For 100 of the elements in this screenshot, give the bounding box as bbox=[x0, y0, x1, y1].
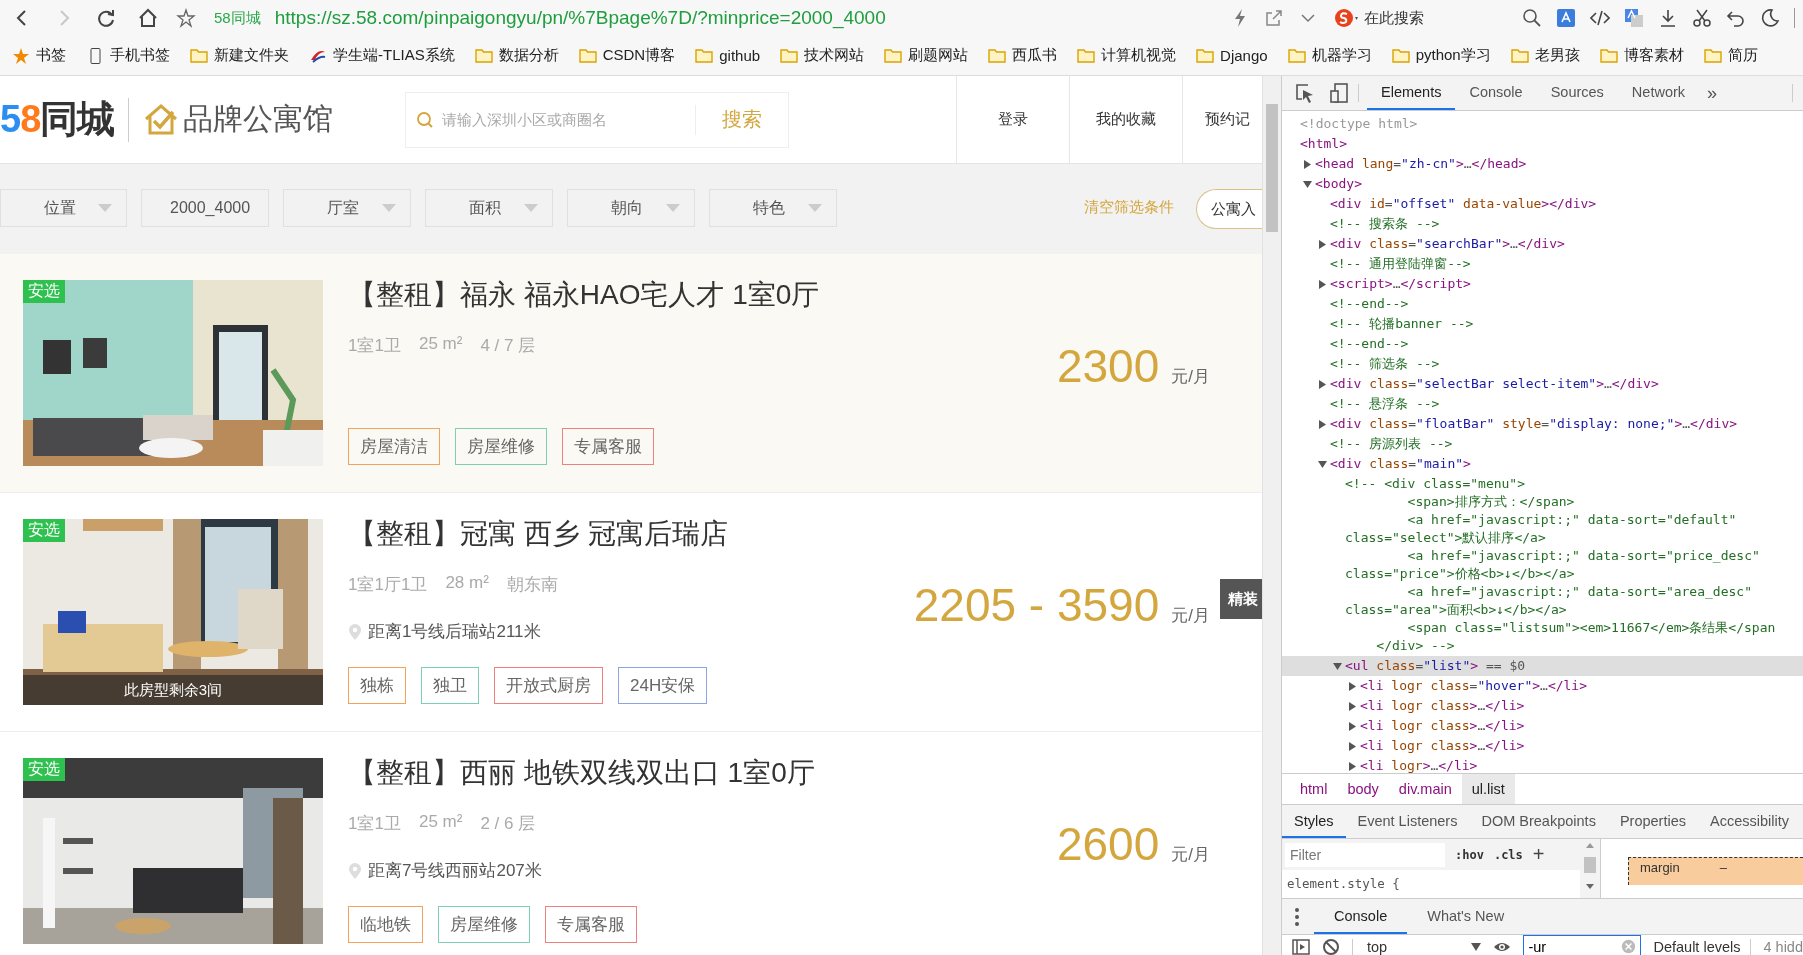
devtools-tab[interactable]: Console bbox=[1455, 76, 1537, 110]
devtools-tab[interactable]: Network bbox=[1617, 76, 1700, 110]
bookmark-item[interactable]: 数据分析 bbox=[474, 46, 559, 65]
bookmark-item[interactable]: python学习 bbox=[1391, 46, 1491, 65]
collapse-arrow-icon[interactable] bbox=[1348, 762, 1357, 771]
side-tab[interactable]: 精装 bbox=[1220, 579, 1262, 619]
filter-dropdown[interactable]: 特色 bbox=[709, 189, 837, 227]
listing-card[interactable]: 安选 【整租】西丽 地铁双线双出口 1室0厅 1室1卫 25 m² 2 / 6 层 距离7号线西丽站207米 临地铁 房屋维修 专属客服 2600 元/月 bbox=[0, 732, 1262, 955]
translate-icon[interactable] bbox=[1556, 8, 1576, 28]
filter-dropdown[interactable]: 厅室 bbox=[283, 189, 411, 227]
filter-field[interactable]: Filter bbox=[1285, 842, 1445, 867]
drawer-tab[interactable]: What's New bbox=[1407, 899, 1525, 934]
dom-tree-row[interactable]: <head lang="zh-cn">…</head> bbox=[1303, 154, 1803, 174]
expand-arrow-icon[interactable] bbox=[1303, 180, 1312, 189]
scissors-icon[interactable] bbox=[1692, 8, 1712, 28]
bookmark-item[interactable]: 博客素材 bbox=[1599, 46, 1684, 65]
clear-console-icon[interactable] bbox=[1322, 937, 1340, 955]
share-icon[interactable] bbox=[1264, 8, 1284, 28]
styles-tab[interactable]: DOM Breakpoints bbox=[1469, 805, 1608, 838]
dom-tree-row[interactable]: <body> bbox=[1303, 174, 1803, 194]
collapse-arrow-icon[interactable] bbox=[1348, 722, 1357, 731]
listing-card[interactable]: 安选 【整租】福永 福永HAO宅人才 1室0厅 1室1卫 25 m² 4 / 7 层 房屋清洁 房屋维修 专属客服 2300 元/月 bbox=[0, 254, 1262, 493]
dom-tree-row[interactable]: <!--end--> bbox=[1318, 294, 1803, 314]
new-rule-button[interactable]: + bbox=[1532, 843, 1545, 866]
join-button[interactable]: 公寓入 bbox=[1196, 189, 1262, 229]
dom-tree-row[interactable]: <!-- 搜索条 --> bbox=[1318, 214, 1803, 234]
bookmark-item[interactable]: Django bbox=[1196, 47, 1268, 64]
bookmark-item[interactable]: 技术网站 bbox=[780, 46, 865, 65]
dom-tree-row[interactable]: <!-- 筛选条 --> bbox=[1318, 354, 1803, 374]
dom-tree-row[interactable]: <!-- 悬浮条 --> bbox=[1318, 394, 1803, 414]
translate-icon[interactable] bbox=[1624, 8, 1644, 28]
bookmark-item[interactable]: 手机书签 bbox=[86, 46, 170, 65]
dom-tree-row[interactable]: <div class="main"> bbox=[1318, 454, 1803, 474]
bookmark-item[interactable]: 简历 bbox=[1703, 46, 1758, 65]
dom-tree-row[interactable]: <li logr>…</li> bbox=[1348, 756, 1803, 773]
dom-tree-row[interactable]: <li logr class="hover">…</li> bbox=[1348, 676, 1803, 696]
styles-tab[interactable]: Properties bbox=[1607, 805, 1698, 838]
bookmark-item[interactable]: 书签 bbox=[12, 46, 66, 65]
dom-tree-row[interactable]: <li logr class>…</li> bbox=[1348, 736, 1803, 756]
collapse-arrow-icon[interactable] bbox=[1318, 380, 1327, 389]
collapse-arrow-icon[interactable] bbox=[1303, 160, 1312, 169]
dom-tree-row[interactable]: <div class="searchBar">…</div> bbox=[1318, 234, 1803, 254]
expand-arrow-icon[interactable] bbox=[1318, 460, 1327, 469]
bookmark-item[interactable]: 老男孩 bbox=[1510, 46, 1580, 65]
breadcrumb-item[interactable]: html bbox=[1290, 774, 1338, 804]
listing-title[interactable]: 【整租】西丽 地铁双线双出口 1室0厅 bbox=[348, 754, 868, 792]
filter-dropdown[interactable]: 面积 bbox=[425, 189, 553, 227]
brand-logo[interactable]: 品牌公寓馆 bbox=[143, 99, 334, 140]
devtools-tab[interactable]: Elements bbox=[1367, 76, 1456, 110]
bookmark-item[interactable]: 新建文件夹 bbox=[190, 46, 289, 65]
collapse-arrow-icon[interactable] bbox=[1318, 240, 1327, 249]
site-logo[interactable]: 58同城 bbox=[0, 94, 115, 145]
dom-tree-row[interactable]: <li logr class>…</li> bbox=[1348, 716, 1803, 736]
breadcrumb-item[interactable]: body bbox=[1337, 774, 1389, 804]
dom-tree-row[interactable]: <!-- 通用登陆弹窗--> bbox=[1318, 254, 1803, 274]
cls-button[interactable]: .cls bbox=[1493, 847, 1523, 862]
filter-dropdown[interactable]: 位置 bbox=[0, 189, 127, 227]
expand-arrow-icon[interactable] bbox=[1333, 662, 1342, 671]
listing-title[interactable]: 【整租】福永 福永HAO宅人才 1室0厅 bbox=[348, 276, 868, 314]
scrollbar[interactable] bbox=[1262, 76, 1281, 955]
listing-title[interactable]: 【整租】冠寓 西乡 冠寓后瑞店 bbox=[348, 515, 868, 553]
collapse-arrow-icon[interactable] bbox=[1348, 682, 1357, 691]
collapse-arrow-icon[interactable] bbox=[1318, 420, 1327, 429]
console-filter-field[interactable]: -ur bbox=[1523, 935, 1642, 955]
dom-tree-row[interactable]: <html> bbox=[1288, 134, 1803, 154]
more-tabs-button[interactable]: » bbox=[1699, 76, 1726, 110]
download-icon[interactable] bbox=[1658, 8, 1678, 28]
menu-icon[interactable] bbox=[1294, 906, 1300, 927]
dom-tree-row[interactable]: <!--end--> bbox=[1318, 334, 1803, 354]
context-select[interactable]: top bbox=[1352, 938, 1482, 955]
device-toolbar-icon[interactable] bbox=[1328, 82, 1350, 104]
bookmark-item[interactable]: CSDN博客 bbox=[578, 46, 676, 65]
filter-dropdown[interactable]: 2000_4000 bbox=[141, 189, 269, 227]
dom-tree-row[interactable]: <div class="selectBar select-item">…</div> bbox=[1318, 374, 1803, 394]
styles-tab[interactable]: Accessibility bbox=[1698, 805, 1801, 838]
log-levels-select[interactable]: Default levels bbox=[1653, 938, 1752, 955]
dom-tree-row[interactable]: <div id="offset" data-value></div> bbox=[1318, 194, 1803, 214]
bookmark-item[interactable]: 机器学习 bbox=[1287, 46, 1372, 65]
filter-dropdown[interactable]: 朝向 bbox=[567, 189, 695, 227]
bookmark-item[interactable]: 西瓜书 bbox=[988, 46, 1058, 65]
bookmark-item[interactable]: 刷题网站 bbox=[884, 46, 969, 65]
bookmark-item[interactable]: github bbox=[695, 47, 761, 64]
bookmark-item[interactable]: 学生端-TLIAS系统 bbox=[309, 46, 455, 65]
dom-tree-row[interactable]: <!-- 轮播banner --> bbox=[1318, 314, 1803, 334]
code-icon[interactable] bbox=[1590, 8, 1610, 28]
hov-button[interactable]: :hov bbox=[1455, 847, 1484, 862]
dom-tree-row[interactable]: <!-- 房源列表 --> bbox=[1318, 434, 1803, 454]
breadcrumb-item[interactable]: ul.list bbox=[1461, 774, 1515, 804]
moon-icon[interactable] bbox=[1760, 8, 1780, 28]
sidebar-icon[interactable] bbox=[1292, 937, 1310, 955]
devtools-tab[interactable]: Sources bbox=[1536, 76, 1618, 110]
dom-tree-row[interactable]: <div class="floatBar" style="display: none;">…</div> bbox=[1318, 414, 1803, 434]
star-icon[interactable] bbox=[176, 8, 196, 28]
breadcrumb-item[interactable]: div.main bbox=[1388, 774, 1462, 804]
collapse-arrow-icon[interactable] bbox=[1348, 742, 1357, 751]
bookmark-item[interactable]: 计算机视觉 bbox=[1077, 46, 1177, 65]
collapse-arrow-icon[interactable] bbox=[1318, 280, 1327, 289]
web-search-field[interactable]: 在此搜索 bbox=[1332, 5, 1542, 31]
styles-tab[interactable]: Event Listeners bbox=[1345, 805, 1470, 838]
dom-tree-row[interactable]: <li logr class>…</li> bbox=[1348, 696, 1803, 716]
